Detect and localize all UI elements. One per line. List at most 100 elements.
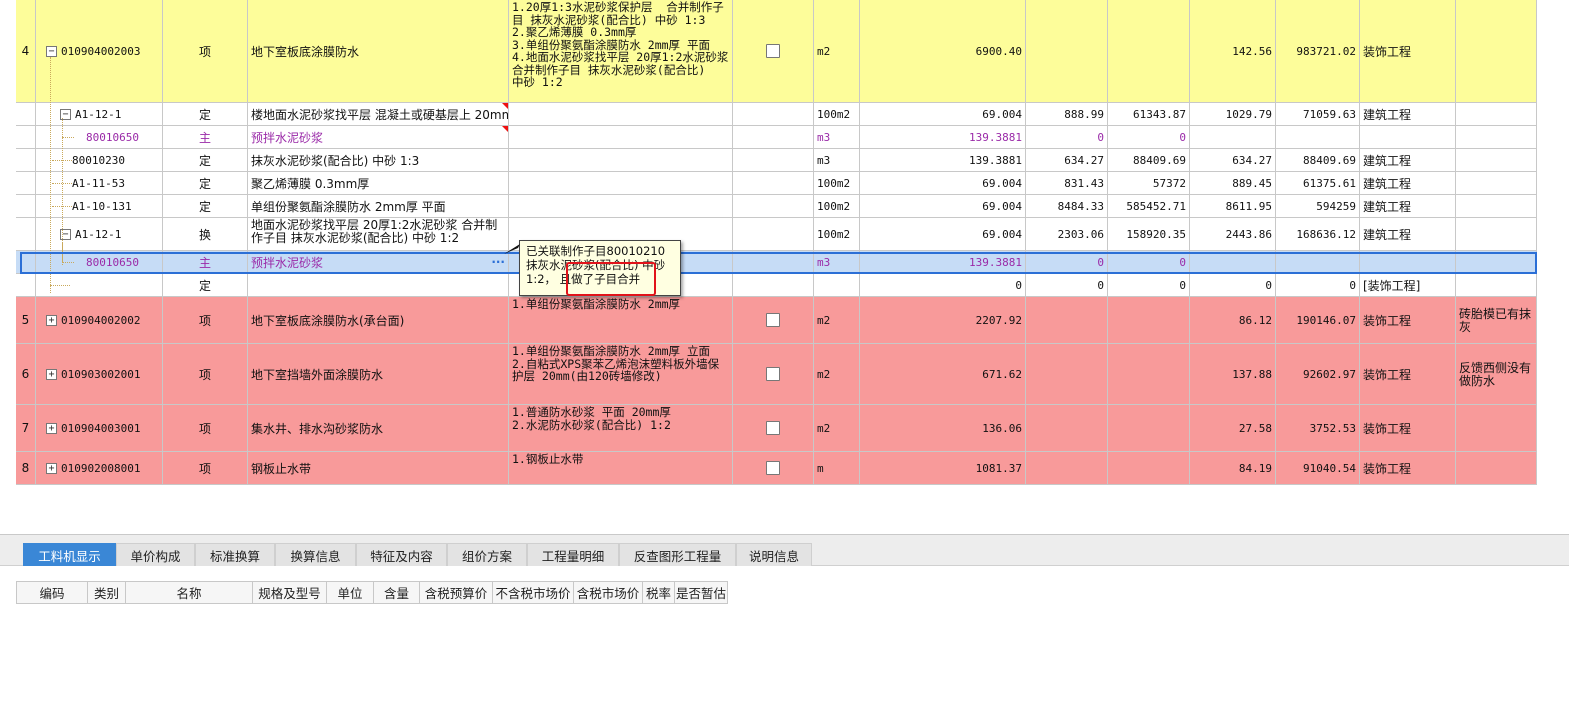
cell-unit[interactable]: m: [814, 452, 860, 484]
row-checkbox[interactable]: [766, 367, 780, 381]
column-header-11[interactable]: 是否暂估: [675, 581, 728, 604]
cell-p3[interactable]: 86.12: [1190, 297, 1276, 343]
tab-4[interactable]: 换算信息: [275, 543, 356, 566]
cell-unit[interactable]: m3: [814, 126, 860, 148]
cell-p2[interactable]: 57372: [1108, 172, 1190, 194]
boq-item-row[interactable]: 5 +010904002002 项 地下室板底涂膜防水(承台面) 1.单组份聚氨酯涂膜防…: [16, 297, 1537, 344]
cell-qty[interactable]: 139.3881: [860, 251, 1026, 273]
cell-unit[interactable]: m2: [814, 297, 860, 343]
cell-note[interactable]: [1456, 0, 1537, 102]
cell-cat[interactable]: 建筑工程: [1360, 195, 1456, 217]
cell-p2[interactable]: 0: [1108, 251, 1190, 273]
column-header-9[interactable]: 含税市场价: [574, 581, 643, 604]
row-checkbox[interactable]: [766, 44, 780, 58]
cell-qty[interactable]: 69.004: [860, 172, 1026, 194]
cell-chk[interactable]: [733, 172, 814, 194]
cell-p1[interactable]: [1026, 0, 1108, 102]
cell-type[interactable]: 定: [163, 274, 248, 296]
cell-p3[interactable]: 27.58: [1190, 405, 1276, 451]
cell-code[interactable]: +010902008001: [36, 452, 163, 484]
cell-code[interactable]: 80010650: [36, 251, 163, 273]
cell-cat[interactable]: 建筑工程: [1360, 218, 1456, 250]
cell-p2[interactable]: 88409.69: [1108, 149, 1190, 171]
cell-name[interactable]: 预拌水泥砂浆 ···: [248, 251, 509, 273]
cell-code[interactable]: − A1-12-1: [36, 103, 163, 125]
cell-p4[interactable]: 983721.02: [1276, 0, 1360, 102]
cell-type[interactable]: 项: [163, 0, 248, 102]
cell-note[interactable]: [1456, 103, 1537, 125]
cell-unit[interactable]: 100m2: [814, 172, 860, 194]
cell-p2[interactable]: 585452.71: [1108, 195, 1190, 217]
cell-p2[interactable]: [1108, 452, 1190, 484]
cell-p3[interactable]: 137.88: [1190, 344, 1276, 404]
sub-item-row[interactable]: A1-10-131 定 单组份聚氨酯涂膜防水 2mm厚 平面 100m2 69.004 8…: [16, 195, 1537, 218]
cell-name[interactable]: 单组份聚氨酯涂膜防水 2mm厚 平面: [248, 195, 509, 217]
cell-unit[interactable]: m2: [814, 344, 860, 404]
cell-name[interactable]: 聚乙烯薄膜 0.3mm厚: [248, 172, 509, 194]
cell-cat[interactable]: 装饰工程: [1360, 405, 1456, 451]
cell-cat[interactable]: 建筑工程: [1360, 172, 1456, 194]
cell-qty[interactable]: 69.004: [860, 103, 1026, 125]
tab-3[interactable]: 标准换算: [195, 543, 275, 566]
cell-type[interactable]: 项: [163, 344, 248, 404]
cell-qty[interactable]: 2207.92: [860, 297, 1026, 343]
cell-chk[interactable]: [733, 251, 814, 273]
cell-unit[interactable]: m2: [814, 0, 860, 102]
cell-type[interactable]: 定: [163, 149, 248, 171]
cell-chk[interactable]: [733, 405, 814, 451]
cell-cat[interactable]: 装饰工程: [1360, 452, 1456, 484]
sub-item-row[interactable]: − A1-12-1 定 楼地面水泥砂浆找平层 混凝土或硬基层上 20mm 100m2 69…: [16, 103, 1537, 126]
tab-6[interactable]: 组价方案: [447, 543, 527, 566]
cell-p3[interactable]: 1029.79: [1190, 103, 1276, 125]
cell-type[interactable]: 项: [163, 405, 248, 451]
sub-item-row[interactable]: 80010650 主 预拌水泥砂浆 ··· m3 139.3881 0 0: [16, 251, 1537, 274]
cell-cat[interactable]: 建筑工程: [1360, 149, 1456, 171]
cell-p4[interactable]: 61375.61: [1276, 172, 1360, 194]
cell-p2[interactable]: 0: [1108, 126, 1190, 148]
cell-p4[interactable]: [1276, 126, 1360, 148]
cell-name[interactable]: 楼地面水泥砂浆找平层 混凝土或硬基层上 20mm: [248, 103, 509, 125]
boq-item-row[interactable]: 8 +010902008001 项 钢板止水带 1.钢板止水带 m 1081.37 84.19…: [16, 452, 1537, 485]
cell-p4[interactable]: 88409.69: [1276, 149, 1360, 171]
cell-feature[interactable]: [509, 126, 733, 148]
sub-item-row[interactable]: 80010650 主 预拌水泥砂浆 m3 139.3881 0 0: [16, 126, 1537, 149]
column-header-3[interactable]: 名称: [126, 581, 253, 604]
cell-code[interactable]: +010904002002: [36, 297, 163, 343]
cell-p3[interactable]: 0: [1190, 274, 1276, 296]
cell-code[interactable]: −010904002003: [36, 0, 163, 102]
row-checkbox[interactable]: [766, 421, 780, 435]
cell-type[interactable]: 项: [163, 297, 248, 343]
cell-p2[interactable]: [1108, 297, 1190, 343]
cell-chk[interactable]: [733, 297, 814, 343]
cell-type[interactable]: 项: [163, 452, 248, 484]
cell-feature[interactable]: [509, 172, 733, 194]
cell-qty[interactable]: 69.004: [860, 218, 1026, 250]
cell-p2[interactable]: 0: [1108, 274, 1190, 296]
cell-p2[interactable]: [1108, 344, 1190, 404]
cell-p2[interactable]: [1108, 0, 1190, 102]
cell-p1[interactable]: 634.27: [1026, 149, 1108, 171]
sub-item-row[interactable]: − A1-12-1 换 地面水泥砂浆找平层 20厚1:2水泥砂浆 合并制作子目 抹灰水…: [16, 218, 1537, 251]
cell-unit[interactable]: m3: [814, 149, 860, 171]
cell-unit[interactable]: m2: [814, 405, 860, 451]
expand-icon[interactable]: +: [46, 422, 57, 434]
cell-p4[interactable]: 92602.97: [1276, 344, 1360, 404]
cell-name[interactable]: 抹灰水泥砂浆(配合比) 中砂 1:3: [248, 149, 509, 171]
cell-note[interactable]: [1456, 274, 1537, 296]
cell-code[interactable]: − A1-12-1: [36, 218, 163, 250]
cell-type[interactable]: 换: [163, 218, 248, 250]
cell-chk[interactable]: [733, 0, 814, 102]
cell-code[interactable]: +010903002001: [36, 344, 163, 404]
cell-note[interactable]: [1456, 149, 1537, 171]
cell-note[interactable]: [1456, 405, 1537, 451]
cell-p3[interactable]: 2443.86: [1190, 218, 1276, 250]
tab-1[interactable]: 工料机显示: [23, 543, 116, 566]
cell-note[interactable]: [1456, 251, 1537, 273]
cell-feature[interactable]: [509, 149, 733, 171]
cell-p4[interactable]: [1276, 251, 1360, 273]
cell-p1[interactable]: 8484.33: [1026, 195, 1108, 217]
cell-cat[interactable]: [装饰工程]: [1360, 274, 1456, 296]
collapse-icon[interactable]: −: [46, 45, 57, 57]
cell-cat[interactable]: 装饰工程: [1360, 297, 1456, 343]
cell-qty[interactable]: 136.06: [860, 405, 1026, 451]
